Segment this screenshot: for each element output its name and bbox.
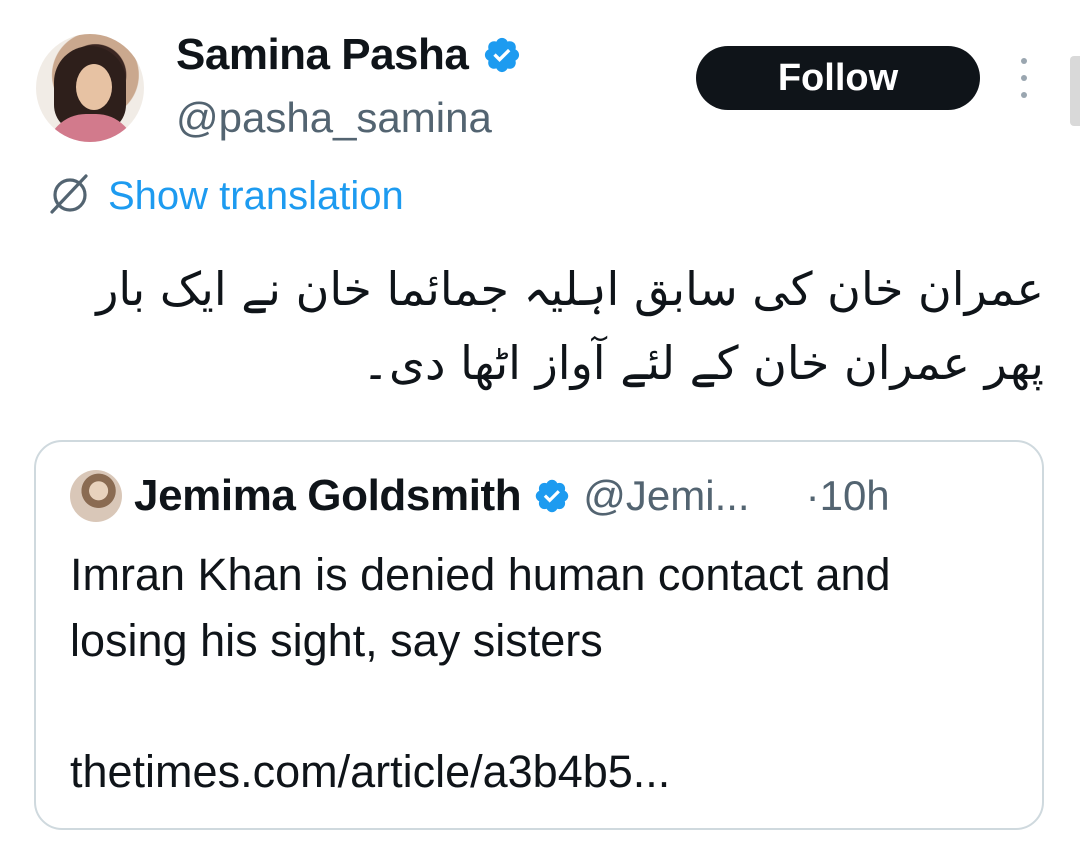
quoted-timestamp: ·10h [806,472,890,520]
translate-icon [44,168,96,225]
follow-button[interactable]: Follow [696,46,980,110]
timestamp-separator: · [805,472,820,519]
more-dot [1021,92,1027,98]
author-handle[interactable]: @pasha_samina [176,94,492,142]
author-display-name[interactable]: Samina Pasha [176,30,469,80]
author-avatar[interactable] [36,34,144,142]
author-name-row: Samina Pasha [176,30,522,80]
show-translation-link[interactable]: Show translation [44,168,404,225]
more-dot [1021,58,1027,64]
scrollbar-edge[interactable] [1070,56,1080,126]
quoted-tweet-text: Imran Khan is denied human contact and l… [70,549,891,666]
quoted-tweet-header: Jemima Goldsmith @Jemi... ·10h [70,470,890,522]
quoted-tweet-link[interactable]: thetimes.com/article/a3b4b5... [70,746,670,798]
tweet-text: عمران خان کی سابق اہلیہ جمائما خان نے ای… [96,262,1044,390]
quoted-author-avatar [70,470,122,522]
quoted-author-handle: @Jemi... [583,472,750,519]
more-options-icon[interactable] [1010,58,1038,98]
quoted-tweet-card[interactable]: Jemima Goldsmith @Jemi... ·10h Imran Kha… [34,440,1044,830]
show-translation-label[interactable]: Show translation [108,174,404,219]
quoted-verified-badge-icon [533,477,571,515]
timestamp-value: 10h [819,472,890,519]
avatar-face [76,64,112,110]
more-dot [1021,75,1027,81]
quoted-author-name: Jemima Goldsmith [134,471,522,520]
verified-badge-icon [482,35,522,75]
